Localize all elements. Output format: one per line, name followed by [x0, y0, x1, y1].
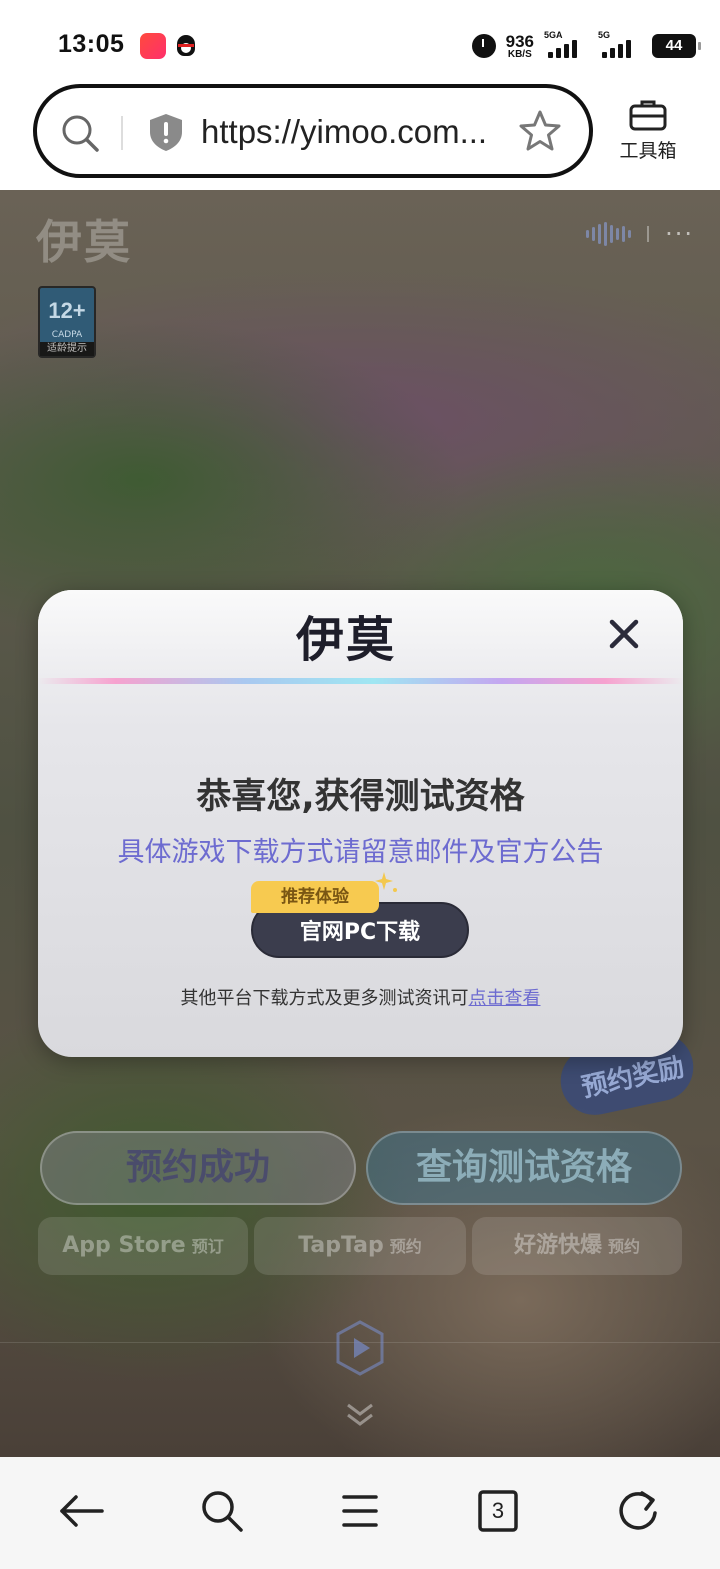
qualification-modal: 伊莫 恭喜您,获得测试资格 具体游戏下载方式请留意邮件及官方公告 推荐体验 官网… — [38, 590, 683, 1057]
taptap-button[interactable]: TapTap 预约 — [254, 1217, 466, 1275]
haoyou-button[interactable]: 好游快爆 预约 — [472, 1217, 682, 1275]
refresh-icon[interactable] — [614, 1487, 662, 1535]
bookmark-star-icon[interactable] — [517, 108, 563, 154]
modal-header: 伊莫 — [38, 590, 683, 678]
modal-logo: 伊莫 — [296, 612, 397, 668]
qq-icon — [174, 33, 200, 59]
view-more-link[interactable]: 点击查看 — [469, 988, 541, 1009]
scroll-down-icon[interactable] — [344, 1402, 376, 1428]
footer-text: 其他平台下载方式及更多测试资讯可 — [180, 988, 469, 1009]
store-links: App Store 预订 TapTap 预约 好游快爆 预约 — [38, 1217, 682, 1275]
cta-row: 预约成功 查询测试资格 — [40, 1131, 682, 1205]
status-bar: 13:05 936 KB/S 5GA 5G 44 — [0, 0, 720, 84]
browser-bottom-nav: 3 — [0, 1457, 720, 1569]
tabs-count: 3 — [491, 1498, 505, 1523]
url-text[interactable]: https://yimoo.com... — [201, 113, 487, 151]
reserved-button[interactable]: 预约成功 — [40, 1131, 356, 1205]
modal-title: 恭喜您,获得测试资格 — [196, 777, 525, 817]
signal-icon-sim2: 5G — [598, 30, 642, 60]
app-notification-icon — [140, 33, 166, 59]
toolbox-icon — [629, 100, 667, 131]
back-arrow-icon[interactable] — [58, 1487, 106, 1535]
sound-wave-icon[interactable] — [586, 222, 632, 246]
network-speed: 936 KB/S — [505, 31, 534, 60]
divider — [647, 226, 650, 242]
signal-icon-sim1: 5GA — [544, 30, 588, 60]
modal-subtitle: 具体游戏下载方式请留意邮件及官方公告 — [117, 837, 604, 868]
menu-icon[interactable] — [336, 1487, 384, 1535]
page-top-controls: ··· — [586, 222, 694, 246]
play-video-icon[interactable] — [336, 1320, 384, 1376]
toolbox-label: 工具箱 — [619, 140, 677, 162]
search-icon[interactable] — [59, 112, 101, 154]
rainbow-divider — [38, 678, 683, 684]
browser-toolbar: https://yimoo.com... 工具箱 — [0, 84, 720, 190]
tabs-button[interactable]: 3 — [474, 1487, 522, 1535]
query-qualification-button[interactable]: 查询测试资格 — [366, 1131, 682, 1205]
appstore-button[interactable]: App Store 预订 — [38, 1217, 248, 1275]
battery-icon: 44 — [652, 34, 701, 58]
modal-footer: 其他平台下载方式及更多测试资讯可点击查看 — [38, 984, 683, 1010]
toolbox-button[interactable]: 工具箱 — [606, 98, 690, 168]
recommend-tag: 推荐体验 — [251, 881, 379, 913]
site-logo[interactable]: 伊莫 — [36, 206, 132, 272]
alarm-icon — [471, 34, 496, 58]
search-icon[interactable] — [198, 1487, 246, 1535]
more-icon[interactable]: ··· — [665, 222, 694, 246]
security-shield-icon[interactable] — [147, 112, 185, 152]
close-icon[interactable] — [606, 616, 642, 652]
address-bar[interactable]: https://yimoo.com... — [33, 84, 593, 178]
age-rating-badge: 12+ CADPA 适龄提示 — [38, 286, 96, 358]
address-divider — [121, 116, 123, 150]
clock: 13:05 — [58, 30, 125, 58]
